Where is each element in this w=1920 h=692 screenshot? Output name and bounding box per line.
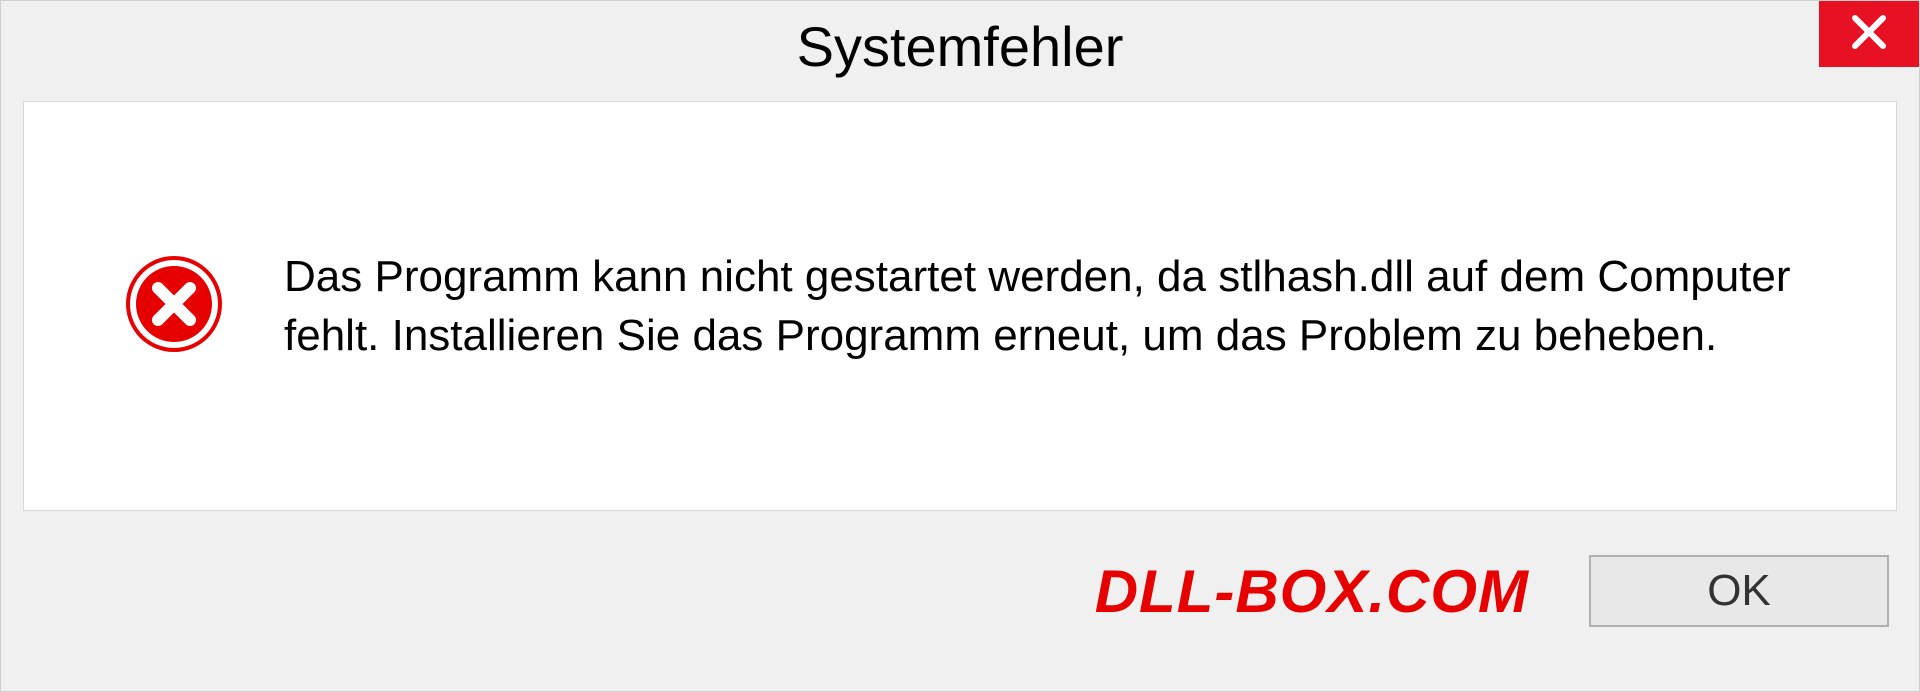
ok-button[interactable]: OK [1589,555,1889,627]
dialog-footer: DLL-BOX.COM OK [1,521,1919,691]
close-button[interactable] [1819,1,1919,67]
error-message: Das Programm kann nicht gestartet werden… [284,247,1836,366]
watermark-text: DLL-BOX.COM [1095,557,1529,626]
message-panel: Das Programm kann nicht gestartet werden… [23,101,1897,511]
error-icon [124,254,224,359]
error-dialog: Systemfehler Das Programm kann nicht ges… [0,0,1920,692]
close-icon [1849,12,1889,57]
ok-button-label: OK [1707,566,1771,616]
dialog-title: Systemfehler [797,14,1124,79]
title-bar: Systemfehler [1,1,1919,91]
